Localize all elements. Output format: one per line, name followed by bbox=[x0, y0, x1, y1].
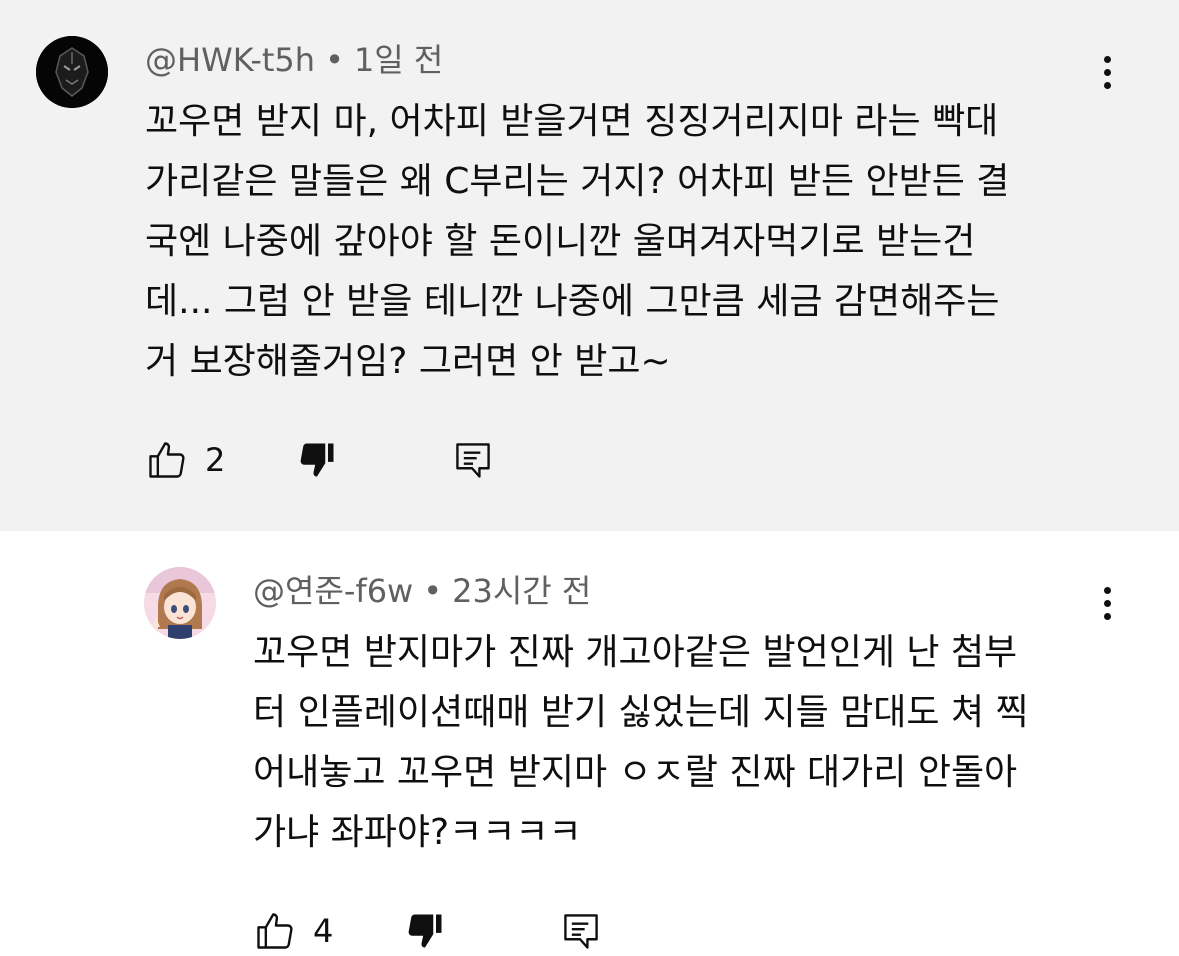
more-vert-icon-dot bbox=[1103, 599, 1111, 607]
panther-mask-avatar-icon bbox=[36, 36, 108, 108]
comment-actions: 2 bbox=[145, 435, 495, 485]
avatar[interactable] bbox=[144, 567, 216, 639]
dislike-button[interactable] bbox=[403, 909, 447, 953]
comment-time[interactable]: 23시간 전 bbox=[452, 572, 591, 610]
dislike-button[interactable] bbox=[295, 438, 339, 482]
reply-comment-icon bbox=[456, 443, 490, 478]
comment-actions: 4 bbox=[253, 906, 603, 956]
like-count: 4 bbox=[313, 912, 334, 950]
author-name[interactable]: @HWK-t5h bbox=[145, 41, 315, 79]
thumbs-up-outline-icon bbox=[149, 442, 185, 478]
reply-comment-icon bbox=[564, 914, 598, 949]
like-button[interactable]: 4 bbox=[253, 909, 373, 953]
comment-time[interactable]: 1일 전 bbox=[354, 41, 443, 79]
more-vert-icon-dot bbox=[1103, 586, 1111, 594]
reply-button[interactable] bbox=[559, 909, 603, 953]
more-vert-icon-dot bbox=[1103, 612, 1111, 620]
author-name[interactable]: @연준-f6w bbox=[253, 572, 413, 610]
more-vert-icon-dot bbox=[1103, 68, 1111, 76]
comment-text: 꼬우면 받지마가 진짜 개고아같은 발언인게 난 첨부 터 인플레이션때매 받기… bbox=[253, 632, 1029, 853]
comment-meta: @HWK-t5h • 1일 전 bbox=[145, 40, 443, 80]
meta-separator: • bbox=[325, 41, 344, 79]
thumbs-down-filled-icon bbox=[408, 914, 442, 948]
comment-thread-item: @HWK-t5h • 1일 전 꼬우면 받지 마, 어차피 받을거면 징징거리지마 … bbox=[0, 0, 1179, 531]
meta-separator: • bbox=[423, 572, 443, 610]
comment-text: 꼬우면 받지 마, 어차피 받을거면 징징거리지마 라는 빡대 가리같은 말들은… bbox=[145, 101, 1010, 382]
more-vert-icon-dot bbox=[1103, 55, 1111, 63]
reply-button[interactable] bbox=[451, 438, 495, 482]
thumbs-up-outline-icon bbox=[257, 913, 293, 949]
like-count: 2 bbox=[205, 441, 226, 479]
avatar[interactable] bbox=[36, 36, 108, 108]
comment-meta: @연준-f6w • 23시간 전 bbox=[253, 571, 591, 611]
comment-reply-item: @연준-f6w • 23시간 전 꼬우면 받지마가 진짜 개고아같은 발언인게 난 … bbox=[0, 531, 1179, 953]
thumbs-down-filled-icon bbox=[300, 443, 334, 477]
more-vert-icon-dot bbox=[1103, 81, 1111, 89]
anime-girl-avatar-icon bbox=[144, 567, 216, 639]
like-button[interactable]: 2 bbox=[145, 438, 265, 482]
